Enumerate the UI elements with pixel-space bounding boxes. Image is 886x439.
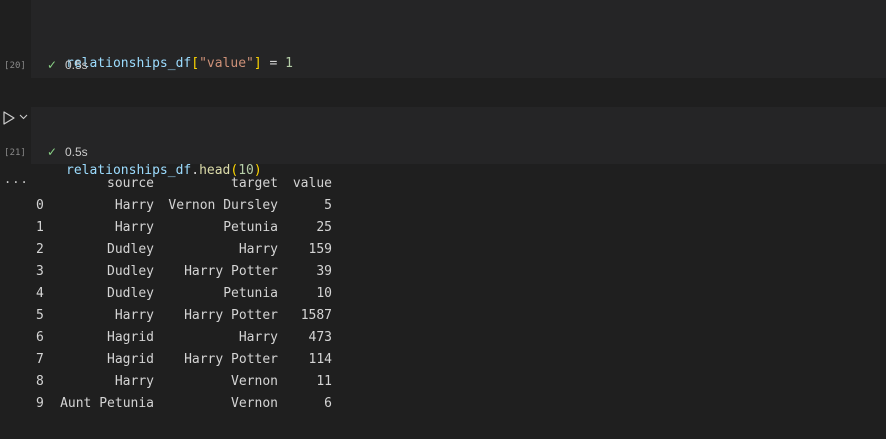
cell-target: Petunia	[223, 285, 278, 301]
cell-source: Dudley	[107, 263, 154, 279]
cell-value: 473	[308, 329, 332, 345]
cell-source: Harry	[114, 373, 154, 389]
cell-value: 10	[316, 285, 332, 301]
cell-value: 25	[316, 219, 332, 235]
cell-value: 39	[316, 263, 332, 279]
row-index: 5	[36, 307, 44, 323]
column-header-source: source	[107, 175, 154, 191]
table-row: 1 Harry Petunia 25	[36, 216, 332, 238]
index-header	[36, 172, 58, 194]
table-row: 4 Dudley Petunia 10	[36, 282, 332, 304]
cell-source: Aunt Petunia	[60, 395, 154, 411]
cell-source: Hagrid	[107, 329, 154, 345]
cell-target: Harry	[238, 329, 278, 345]
run-cell-icon[interactable]	[2, 111, 16, 125]
table-row: 5 Harry Harry Potter 1587	[36, 304, 332, 326]
row-index: 7	[36, 351, 44, 367]
code-token: "value"	[199, 56, 254, 71]
table-row: 0 Harry Vernon Dursley 5	[36, 194, 332, 216]
row-index: 4	[36, 285, 44, 301]
cell-value: 6	[324, 395, 332, 411]
code-token: =	[261, 56, 286, 71]
row-index: 9	[36, 395, 44, 411]
cell-target: Petunia	[223, 219, 278, 235]
table-row: 9 Aunt Petunia Vernon 6	[36, 392, 332, 414]
row-index: 3	[36, 263, 44, 279]
code-cell-20[interactable]: relationships_df["value"] = 1 relationsh…	[31, 0, 886, 134]
cell-value: 114	[308, 351, 332, 367]
row-index: 2	[36, 241, 44, 257]
code-token: [	[191, 56, 200, 71]
cell-value: 5	[324, 197, 332, 213]
row-index: 6	[36, 329, 44, 345]
success-check-icon: ✓	[47, 58, 58, 72]
execution-count-20: [20]	[4, 61, 26, 71]
cell-target: Vernon Dursley	[168, 197, 278, 213]
cell-source: Harry	[114, 219, 154, 235]
cell-source: Harry	[114, 197, 154, 213]
cell-value: 159	[308, 241, 332, 257]
row-index: 1	[36, 219, 44, 235]
chevron-down-icon[interactable]	[19, 112, 28, 121]
cell-target: Harry Potter	[184, 263, 278, 279]
table-row: 6 Hagrid Harry 473	[36, 326, 332, 348]
dataframe-output: source target value 0 Harry Vernon Dursley…	[36, 172, 332, 414]
column-header-target: target	[231, 175, 278, 191]
output-more-actions[interactable]: ...	[4, 172, 29, 186]
cell-target: Vernon	[231, 373, 278, 389]
table-row: 2 Dudley Harry 159	[36, 238, 332, 260]
cell-status: ✓ 0.5s	[47, 145, 88, 159]
cell-source: Harry	[114, 307, 154, 323]
cell-source: Hagrid	[107, 351, 154, 367]
table-header-row: source target value	[36, 172, 332, 194]
code-line: relationships_df["value"] = 1	[66, 53, 886, 74]
cell-value: 11	[316, 373, 332, 389]
table-body: 0 Harry Vernon Dursley 5 1 Harry Petunia 25 2 Dud…	[36, 194, 332, 414]
table-row: 7 Hagrid Harry Potter 114	[36, 348, 332, 370]
execution-time: 0.5s	[65, 145, 88, 159]
cell-target: Vernon	[231, 395, 278, 411]
cell-source: Dudley	[107, 241, 154, 257]
table-row: 8 Harry Vernon 11	[36, 370, 332, 392]
cell-status: ✓ 0.5s	[47, 58, 88, 72]
column-header-value: value	[292, 175, 332, 191]
row-index: 8	[36, 373, 44, 389]
code-token: 1	[285, 56, 293, 71]
cell-value: 1587	[300, 307, 332, 323]
row-index: 0	[36, 197, 44, 213]
cell-source: Dudley	[107, 285, 154, 301]
execution-time: 0.5s	[65, 58, 88, 72]
code-token: ]	[253, 56, 262, 71]
cell-target: Harry	[238, 241, 278, 257]
cell-target: Harry Potter	[184, 351, 278, 367]
table-row: 3 Dudley Harry Potter 39	[36, 260, 332, 282]
cell-target: Harry Potter	[184, 307, 278, 323]
execution-count-21: [21]	[4, 148, 26, 158]
success-check-icon: ✓	[47, 145, 58, 159]
code-cell-21[interactable]: relationships_df.head(10) ✓ 0.5s	[31, 107, 886, 178]
